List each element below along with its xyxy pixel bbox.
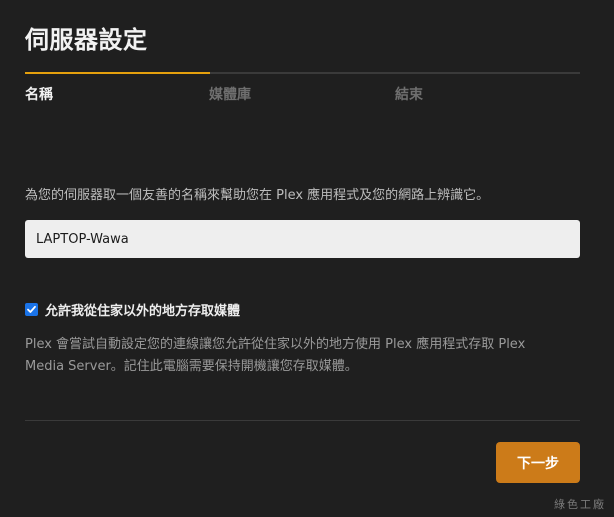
footer-divider bbox=[25, 420, 580, 421]
watermark-text: 綠色工廠 bbox=[554, 498, 606, 511]
page-title: 伺服器設定 bbox=[25, 26, 148, 54]
remote-access-label: 允許我從住家以外的地方存取媒體 bbox=[45, 303, 241, 319]
remote-access-help: Plex 會嘗試自動設定您的連線讓您允許從住家以外的地方使用 Plex 應用程式… bbox=[25, 337, 526, 374]
next-button[interactable]: 下一步 bbox=[496, 442, 580, 483]
server-setup-dialog: 伺服器設定 名稱 媒體庫 結束 為您的伺服器取一個友善的名稱來幫助您在 Plex… bbox=[0, 0, 614, 517]
setup-steps: 名稱 媒體庫 結束 bbox=[25, 72, 580, 112]
step-name: 名稱 bbox=[25, 87, 53, 103]
remote-access-checkbox[interactable] bbox=[25, 302, 38, 316]
step-library: 媒體庫 bbox=[209, 87, 251, 103]
name-description: 為您的伺服器取一個友善的名稱來幫助您在 Plex 應用程式及您的網路上辨識它。 bbox=[25, 188, 490, 203]
remote-access-option[interactable]: 允許我從住家以外的地方存取媒體 bbox=[25, 300, 241, 319]
step-finish: 結束 bbox=[395, 87, 423, 103]
server-name-input[interactable] bbox=[25, 220, 580, 258]
check-icon bbox=[27, 305, 36, 313]
steps-progress-fill bbox=[25, 72, 210, 74]
